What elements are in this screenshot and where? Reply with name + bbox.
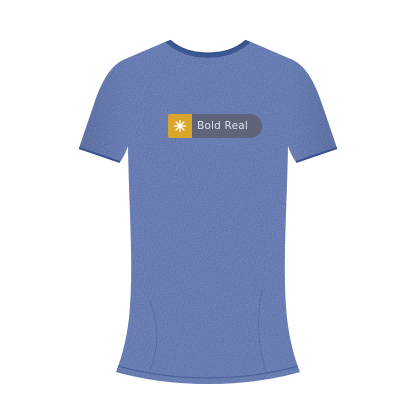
shirt-print-graphic: Bold Real xyxy=(168,114,262,138)
t-shirt-image xyxy=(78,39,338,384)
print-text: Bold Real xyxy=(197,120,248,132)
product-photo: Bold Real xyxy=(0,0,416,416)
sun-burst-icon xyxy=(168,114,192,138)
